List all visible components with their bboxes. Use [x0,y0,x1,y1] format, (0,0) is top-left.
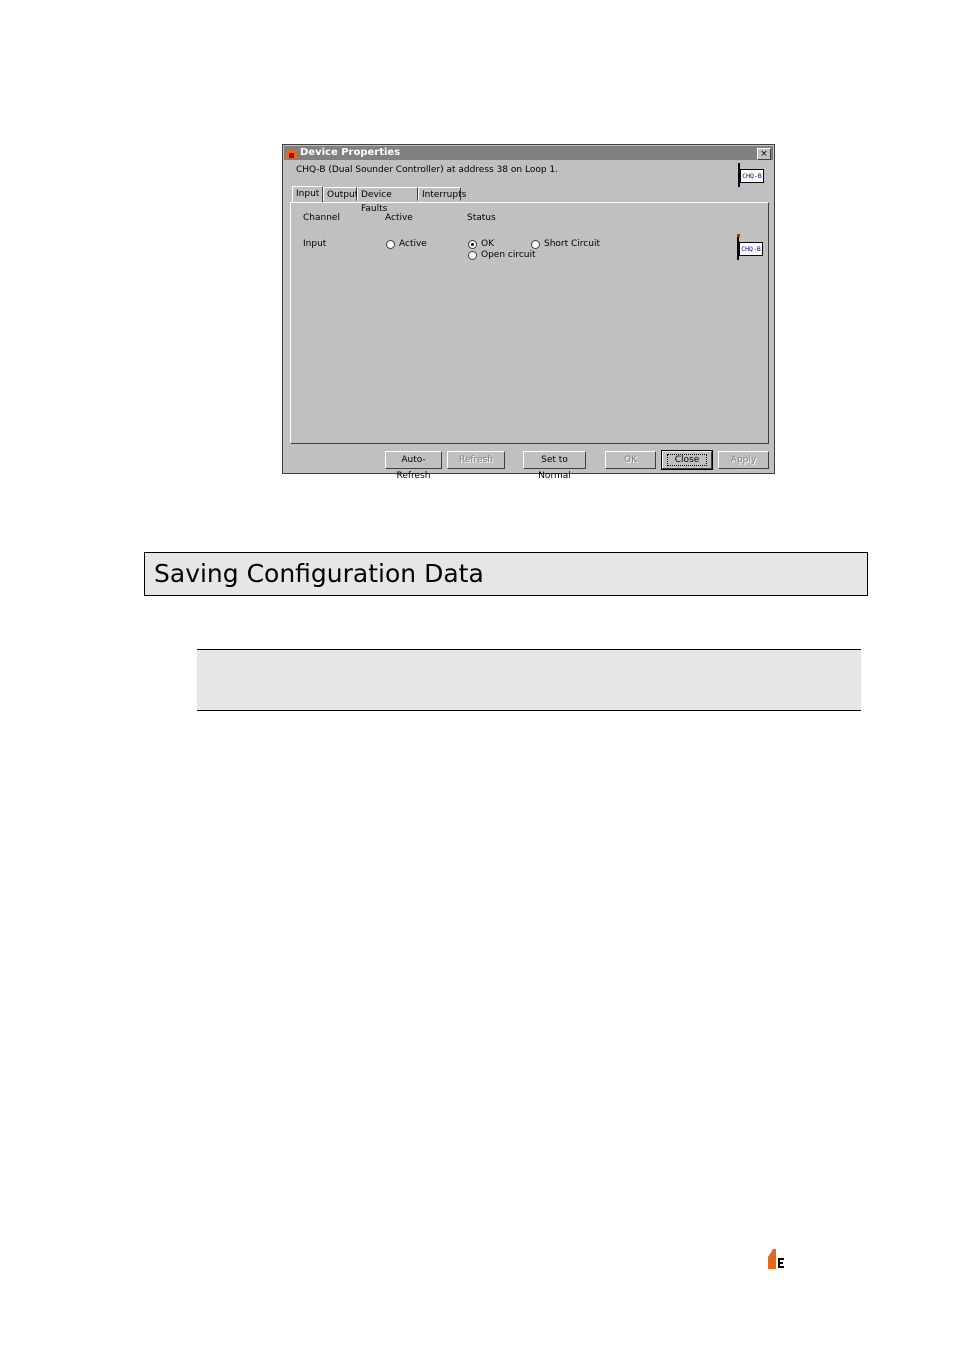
note-box [197,649,861,711]
device-icon: CHQ-B [738,163,764,187]
channel-column-header: Channel [303,213,340,223]
tab-interrupts[interactable]: Interrupts [418,187,466,201]
close-button-label: Close [666,454,708,466]
status-ok-label: OK [481,239,494,249]
status-column-header: Status [467,213,496,223]
apply-button[interactable]: Apply [718,451,769,469]
tab-device-faults[interactable]: Device Faults [357,187,418,214]
section-heading: Saving Configuration Data [154,559,484,588]
tab-input[interactable]: Input [292,186,323,203]
active-radio[interactable] [386,240,395,249]
device-description: CHQ-B (Dual Sounder Controller) at addre… [296,165,558,175]
refresh-button[interactable]: Refresh [447,451,505,469]
close-button[interactable]: Close [661,450,713,470]
dialog-title: Device Properties [300,147,401,158]
tab-output[interactable]: Output [323,187,358,201]
auto-refresh-button[interactable]: Auto-Refresh [385,451,442,481]
device-status-icon: CHQ-B [737,234,763,260]
active-radio-label: Active [399,239,427,249]
section-heading-box: Saving Configuration Data [144,552,868,596]
tab-panel-input: Channel Active Status Input Active OK Sh… [290,202,769,444]
status-open-circuit-radio[interactable] [468,251,477,260]
device-tag-label: CHQ-B [740,169,764,183]
device-status-tag-label: CHQ-B [739,242,763,256]
device-properties-dialog: Device Properties × CHQ-B (Dual Sounder … [282,144,775,481]
channel-input-label: Input [303,239,327,249]
close-icon[interactable]: × [757,148,771,160]
dialog-title-bar[interactable]: Device Properties × [284,146,773,160]
status-ok-radio[interactable] [468,240,477,249]
app-icon [286,148,297,158]
status-open-circuit-label: Open circuit [481,250,536,260]
set-to-normal-button[interactable]: Set to Normal [523,451,586,481]
status-short-circuit-radio[interactable] [531,240,540,249]
company-logo-icon [768,1249,785,1269]
status-short-circuit-label: Short Circuit [544,239,600,249]
ok-button[interactable]: OK [605,451,656,469]
active-column-header: Active [385,213,413,223]
